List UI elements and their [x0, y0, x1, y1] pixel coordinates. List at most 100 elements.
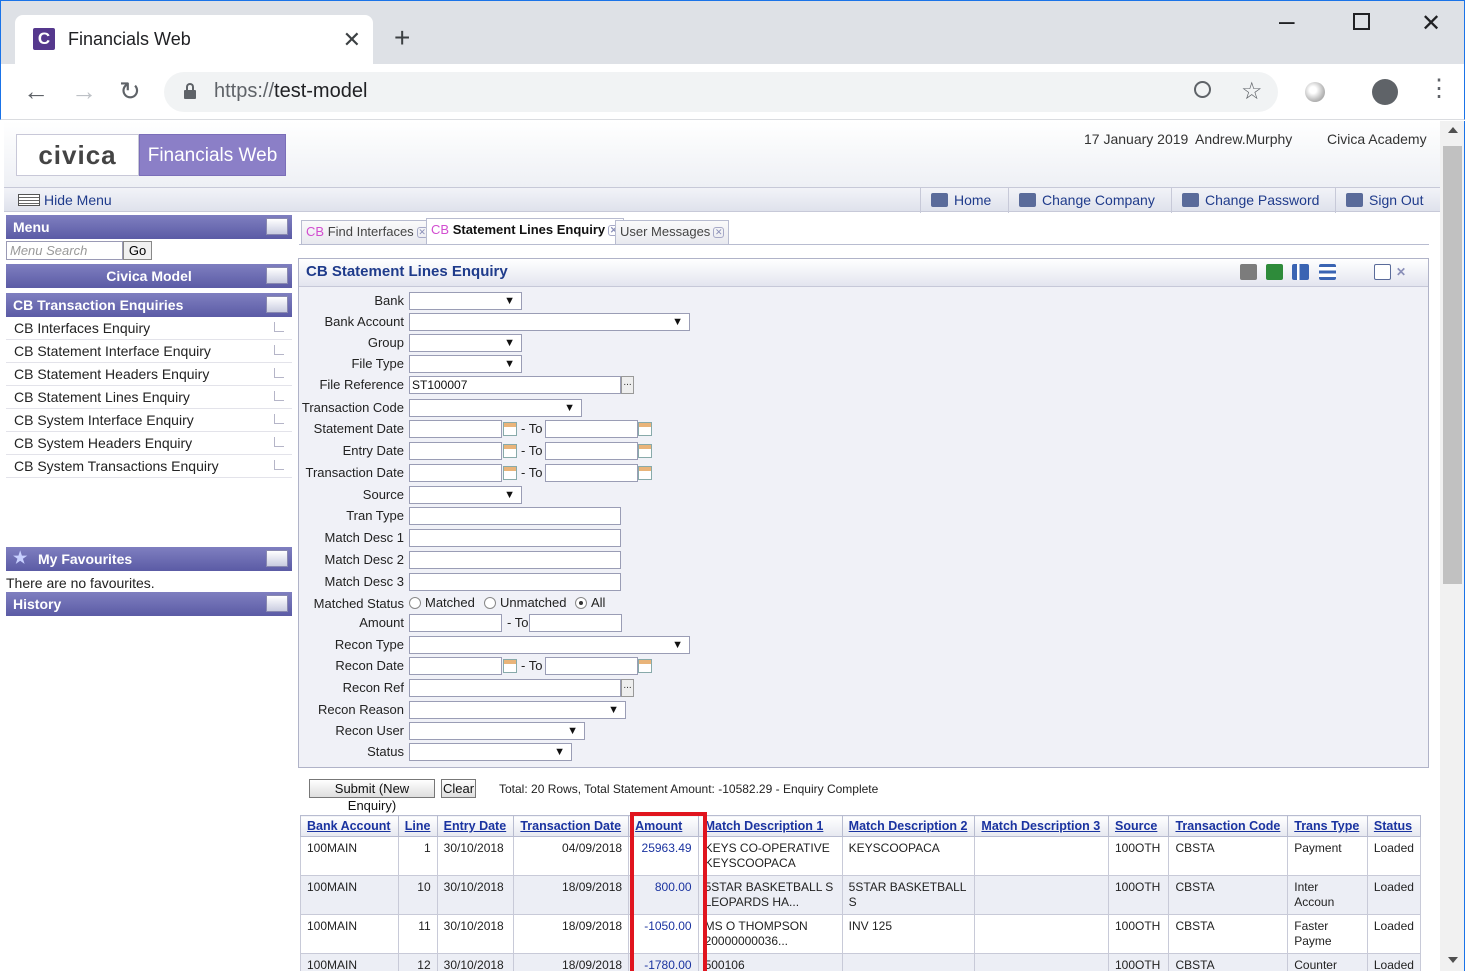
radio-button[interactable]: [409, 597, 421, 609]
entry-date-from-input[interactable]: [409, 442, 502, 460]
change-company-link[interactable]: Change Company: [1008, 188, 1155, 213]
panel-window-icon[interactable]: [1374, 264, 1391, 280]
column-header-source[interactable]: Source: [1107, 815, 1170, 837]
submit-new-enquiry-button[interactable]: Submit (New Enquiry): [309, 779, 435, 813]
tab-user-messages[interactable]: User Messages ✕: [615, 220, 730, 244]
calendar-icon[interactable]: [638, 444, 652, 458]
cell-entry-date: 30/10/2018: [436, 914, 515, 954]
group-select[interactable]: [409, 334, 522, 352]
clear-button[interactable]: Clear: [441, 779, 476, 798]
browser-tab[interactable]: C Financials Web ✕: [15, 15, 373, 65]
menu-search-input[interactable]: Menu Search: [6, 241, 123, 260]
recon-type-select[interactable]: [409, 636, 690, 654]
calendar-icon[interactable]: [638, 659, 652, 673]
panel-close-icon[interactable]: ✕: [1396, 259, 1406, 285]
bank-account-select[interactable]: [409, 313, 690, 331]
profile-avatar-icon[interactable]: [1372, 79, 1398, 105]
civica-model-header[interactable]: Civica Model: [6, 264, 292, 288]
recon-ref-lookup-button[interactable]: ...: [621, 679, 634, 697]
table-row[interactable]: 100MAIN 1 30/10/2018 04/09/2018 25963.49…: [300, 836, 1421, 876]
amount-from-input[interactable]: [409, 614, 502, 632]
address-bar[interactable]: https://test-model ☆: [164, 72, 1278, 112]
statement-date-to-input[interactable]: [545, 420, 638, 438]
close-window-icon[interactable]: ✕: [1421, 9, 1441, 38]
table-row[interactable]: 100MAIN 12 30/10/2018 18/09/2018 -1780.0…: [300, 953, 1421, 971]
recon-reason-select[interactable]: [409, 701, 626, 719]
extension-icon[interactable]: [1305, 82, 1325, 102]
statement-date-from-input[interactable]: [409, 420, 502, 438]
column-header-status[interactable]: Status: [1366, 815, 1421, 837]
zoom-out-icon[interactable]: [1194, 81, 1211, 98]
tab-find-interfaces[interactable]: CB Find Interfaces ✕: [301, 220, 433, 244]
source-select[interactable]: [409, 486, 522, 504]
maximize-icon[interactable]: [1353, 13, 1370, 30]
print-icon[interactable]: [1240, 264, 1257, 280]
calendar-icon[interactable]: [503, 659, 517, 673]
hide-menu-link[interactable]: Hide Menu: [18, 192, 112, 208]
calendar-icon[interactable]: [638, 466, 652, 480]
column-header-match-description-1[interactable]: Match Description 1: [697, 815, 843, 837]
calendar-icon[interactable]: [503, 444, 517, 458]
header-user: Andrew.Murphy: [1195, 131, 1293, 147]
bookmark-star-icon[interactable]: ☆: [1241, 77, 1263, 106]
scrollbar-thumb[interactable]: [1443, 146, 1462, 584]
filter-icon[interactable]: [1319, 264, 1336, 280]
entry-date-to-input[interactable]: [545, 442, 638, 460]
menu-search-go-button[interactable]: Go: [123, 241, 152, 260]
column-header-line[interactable]: Line: [397, 815, 438, 837]
matched-radio[interactable]: Matched: [409, 595, 475, 610]
menu-panel-toggle-icon[interactable]: [266, 218, 288, 235]
back-icon[interactable]: ←: [23, 76, 49, 106]
column-header-transaction-date[interactable]: Transaction Date: [513, 815, 630, 837]
recon-date-to-input[interactable]: [545, 657, 638, 675]
radio-button[interactable]: [484, 597, 496, 609]
scroll-up-icon[interactable]: [1448, 127, 1458, 133]
match-desc-2-input[interactable]: [409, 551, 621, 569]
table-row[interactable]: 100MAIN 10 30/10/2018 18/09/2018 800.00 …: [300, 875, 1421, 915]
recon-date-from-input[interactable]: [409, 657, 502, 675]
table-row[interactable]: 100MAIN 11 30/10/2018 18/09/2018 -1050.0…: [300, 914, 1421, 954]
transaction-date-to-input[interactable]: [545, 464, 638, 482]
unmatched-radio[interactable]: Unmatched: [484, 595, 566, 610]
forward-icon[interactable]: →: [71, 76, 97, 106]
calendar-icon[interactable]: [503, 466, 517, 480]
all-radio[interactable]: All: [575, 595, 605, 610]
page-scrollbar[interactable]: [1440, 121, 1465, 971]
home-link[interactable]: Home: [920, 188, 991, 213]
transaction-date-from-input[interactable]: [409, 464, 502, 482]
reload-icon[interactable]: ↻: [119, 76, 141, 106]
close-tab-icon[interactable]: ✕: [343, 27, 361, 53]
amount-to-input[interactable]: [529, 614, 622, 632]
recon-user-select[interactable]: [409, 722, 585, 740]
browser-menu-icon[interactable]: ⋮: [1427, 74, 1451, 104]
column-header-transaction-code[interactable]: Transaction Code: [1168, 815, 1289, 837]
civica-model-toggle-icon[interactable]: [266, 267, 288, 284]
transaction-code-select[interactable]: [409, 399, 582, 417]
status-select[interactable]: [409, 743, 572, 761]
radio-button-selected[interactable]: [575, 597, 587, 609]
match-desc-1-input[interactable]: [409, 529, 621, 547]
new-tab-icon[interactable]: +: [394, 23, 410, 53]
match-desc-3-input[interactable]: [409, 573, 621, 591]
column-header-trans-type[interactable]: Trans Type: [1287, 815, 1368, 837]
close-tab-icon[interactable]: ✕: [713, 227, 725, 238]
change-password-link[interactable]: Change Password: [1171, 188, 1319, 213]
scroll-down-icon[interactable]: [1448, 957, 1458, 963]
export-excel-icon[interactable]: [1266, 264, 1283, 280]
recon-ref-input[interactable]: [409, 679, 621, 697]
sign-out-link[interactable]: Sign Out: [1335, 188, 1423, 213]
column-header-match-description-2[interactable]: Match Description 2: [841, 815, 976, 837]
minimize-icon[interactable]: –: [1279, 5, 1295, 37]
file-reference-lookup-button[interactable]: ...: [621, 376, 634, 394]
calendar-icon[interactable]: [503, 422, 517, 436]
calendar-icon[interactable]: [638, 422, 652, 436]
file-reference-input[interactable]: ST100007: [409, 376, 621, 394]
file-type-select[interactable]: [409, 355, 522, 373]
column-header-entry-date[interactable]: Entry Date: [436, 815, 515, 837]
column-header-bank-account[interactable]: Bank Account: [300, 815, 399, 837]
tab-statement-lines-enquiry[interactable]: CB Statement Lines Enquiry ✕: [426, 218, 625, 244]
bank-select[interactable]: [409, 292, 522, 310]
tran-type-input[interactable]: [409, 507, 621, 525]
column-header-match-description-3[interactable]: Match Description 3: [974, 815, 1109, 837]
columns-icon[interactable]: [1292, 264, 1309, 280]
